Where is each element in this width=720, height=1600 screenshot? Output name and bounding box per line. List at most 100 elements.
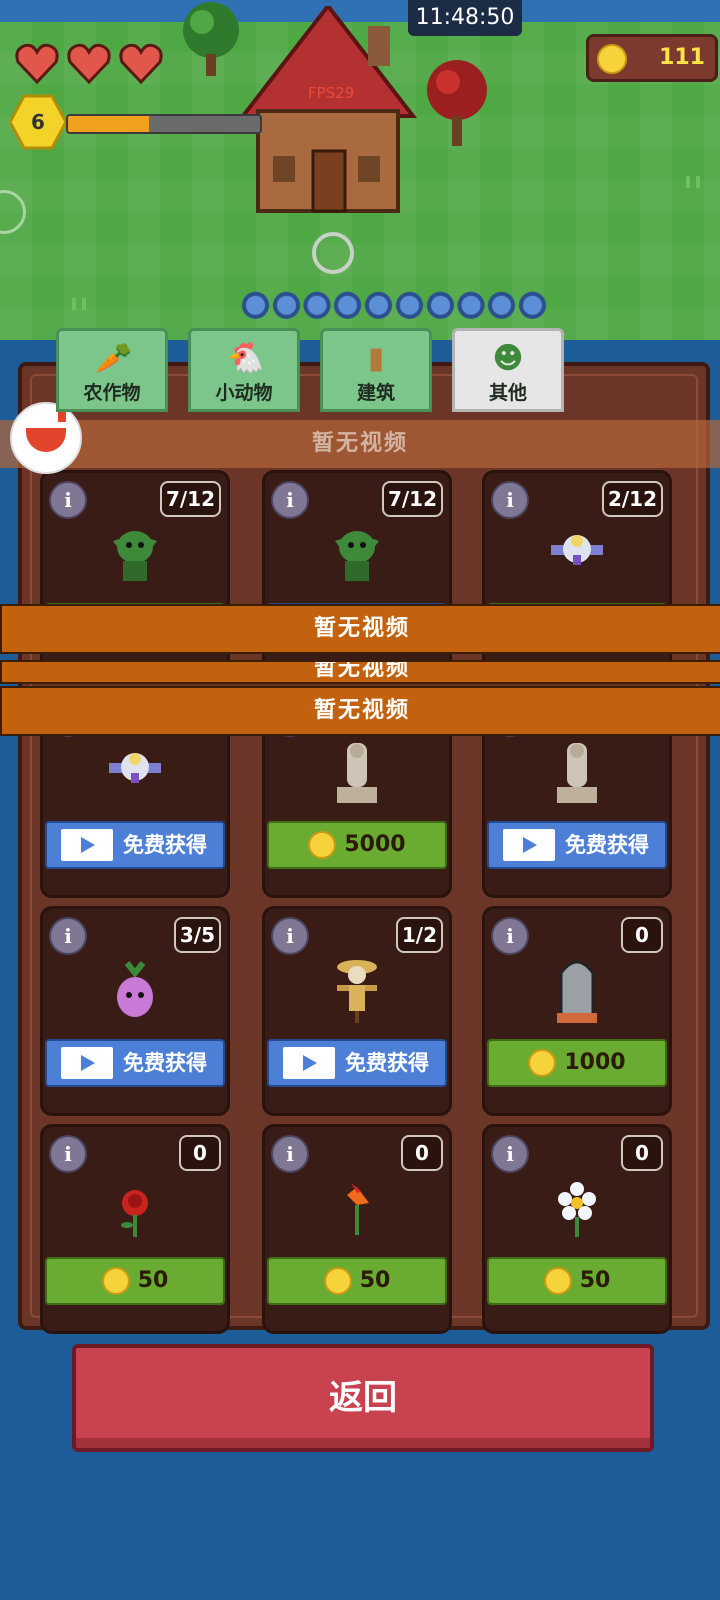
watch-video-button[interactable]: 免费获得 [487,821,667,869]
video-icon [61,829,113,861]
flowerbed [240,290,548,324]
red-tree-icon [424,54,490,150]
tab-animals[interactable]: 🐔 小动物 [188,328,300,412]
tab-other[interactable]: ☻ 其他 [452,328,564,412]
heart-icon [118,42,164,85]
owned-count: 7/12 [381,481,443,517]
no-video-toast: 暂无视频 [0,686,720,736]
farmhouse[interactable] [238,2,418,216]
xp-bar [66,114,262,134]
tab-label: 建筑 [356,382,395,404]
radish-creature-icon [105,955,165,1025]
watch-video-button[interactable]: 免费获得 [45,1039,225,1087]
health-hearts [14,42,164,85]
bird-of-paradise-icon [327,1173,387,1243]
owned-count: 0 [621,1135,663,1171]
buy-with-coins-button[interactable]: 50 [45,1257,225,1305]
cursor-ring [312,232,354,274]
coin-icon [101,1267,130,1295]
pillar-icon: ▮ [367,341,385,376]
chicken-icon: 🐔 [227,341,265,376]
goblin-icon [105,519,165,589]
shop-item-card: i 3/5 免费获得 [40,906,230,1116]
free-get-label: 免费获得 [565,833,649,857]
coin-amount: 111 [659,45,705,70]
statue-icon [547,737,607,807]
free-get-label: 免费获得 [123,1051,207,1075]
xp-fill [68,116,149,132]
video-icon [61,1047,113,1079]
no-video-toast: 暂无视频 [0,604,720,654]
info-icon[interactable]: i [491,481,529,519]
owned-count: 0 [179,1135,221,1171]
info-icon[interactable]: i [49,1135,87,1173]
shop-item-card: i 0 1000 [482,906,672,1116]
owned-count: 3/5 [173,917,221,953]
statue-icon [327,737,387,807]
info-icon[interactable]: i [491,917,529,955]
watch-video-button[interactable]: 免费获得 [45,821,225,869]
grass-tuft [68,298,108,310]
scarecrow-icon [327,955,387,1025]
video-icon [283,1047,335,1079]
owned-count: 0 [621,917,663,953]
avatar[interactable] [10,402,82,474]
free-get-label: 免费获得 [123,833,207,857]
goblin-icon: ☻ [492,341,524,376]
buy-with-coins-button[interactable]: 50 [487,1257,667,1305]
buy-with-coins-button[interactable]: 1000 [487,1039,667,1087]
info-icon[interactable]: i [491,1135,529,1173]
no-video-banner: 暂无视频 [0,420,720,468]
drone-icon [547,519,607,589]
return-button[interactable]: 返回 [72,1344,654,1452]
coin-icon [597,44,627,74]
owned-count: 1/2 [395,917,443,953]
owned-count: 0 [401,1135,443,1171]
no-video-toast: 暂无视频 [0,660,720,684]
owned-count: 7/12 [159,481,221,517]
coin-icon [528,1049,557,1077]
level-badge: 6 [10,94,66,150]
heart-icon [66,42,112,85]
coin-icon [543,1267,572,1295]
heart-icon [14,42,60,85]
grass-tuft [682,176,720,188]
coin-balance: 111 [586,34,718,82]
shop-item-card: i 1/2 免费获得 [262,906,452,1116]
buy-with-coins-button[interactable]: 50 [267,1257,447,1305]
level-number: 6 [31,110,45,134]
free-get-label: 免费获得 [345,1051,429,1075]
status-clock: 11:48:50 [408,0,522,36]
coin-icon [308,831,337,859]
tab-buildings[interactable]: ▮ 建筑 [320,328,432,412]
tab-label: 农作物 [83,382,141,404]
video-icon [503,829,555,861]
info-icon[interactable]: i [271,481,309,519]
info-icon[interactable]: i [271,1135,309,1173]
price-label: 50 [579,1268,611,1293]
tree-icon [178,0,244,80]
info-icon[interactable]: i [271,917,309,955]
price-label: 50 [137,1268,169,1293]
white-daisy-icon [547,1173,607,1243]
info-icon[interactable]: i [49,917,87,955]
info-icon[interactable]: i [49,481,87,519]
owned-count: 2/12 [601,481,663,517]
buy-with-coins-button[interactable]: 5000 [267,821,447,869]
price-label: 5000 [344,832,406,857]
carrot-icon: 🥕 [95,341,133,376]
tab-label: 其他 [488,382,527,404]
tab-label: 小动物 [215,382,273,404]
drone-icon [105,737,165,807]
price-label: 1000 [564,1050,626,1075]
coin-icon [323,1267,352,1295]
tombstone-icon [547,955,607,1025]
category-tabs: 🥕 农作物 🐔 小动物 ▮ 建筑 ☻ 其他 [56,328,564,412]
tab-crops[interactable]: 🥕 农作物 [56,328,168,412]
fps-counter: FPS29 [308,84,355,102]
goblin-icon [327,519,387,589]
red-rose-icon [105,1173,165,1243]
price-label: 50 [359,1268,391,1293]
shop-item-card: i 0 50 [40,1124,230,1334]
watch-video-button[interactable]: 免费获得 [267,1039,447,1087]
